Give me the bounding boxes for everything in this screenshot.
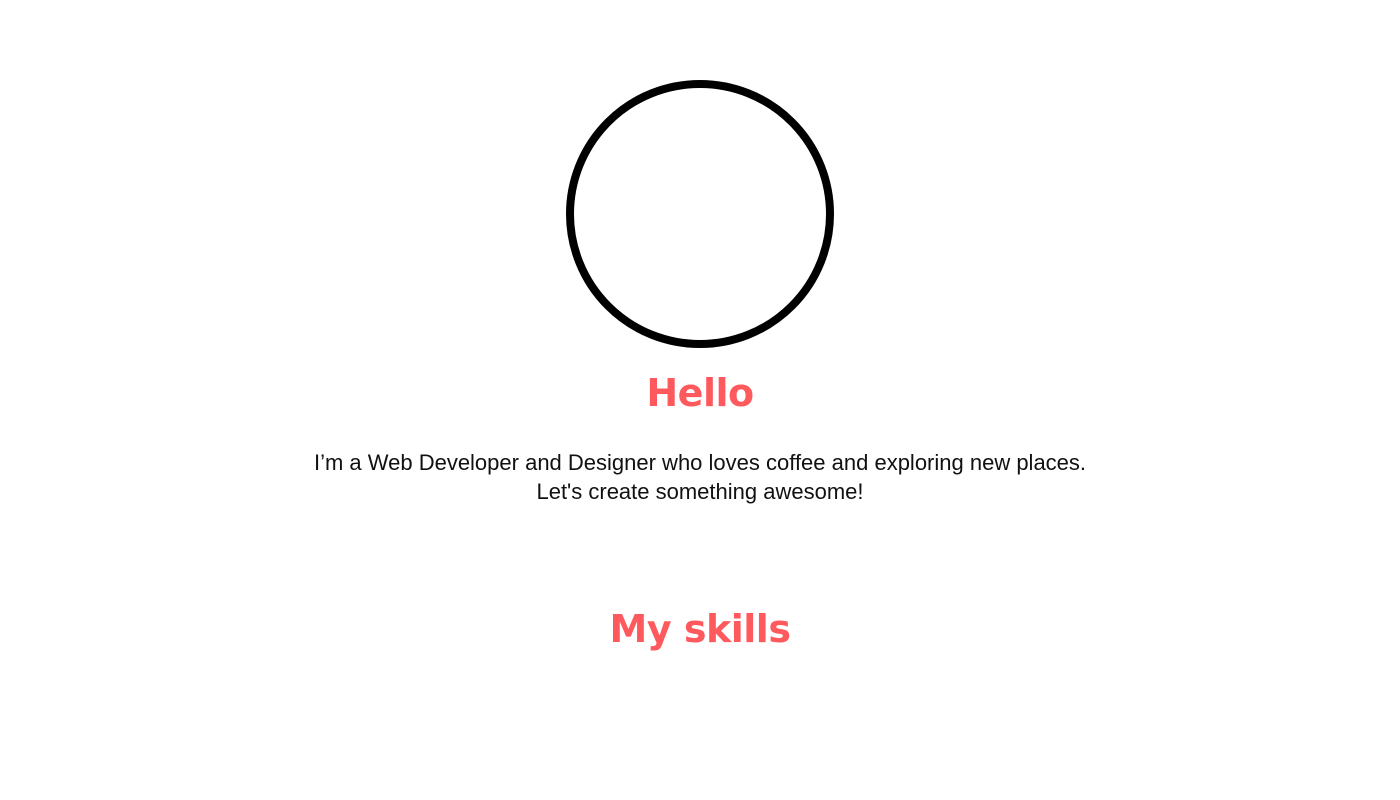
intro-paragraph: I’m a Web Developer and Designer who lov… <box>0 448 1400 506</box>
page: Hello I’m a Web Developer and Designer w… <box>0 0 1400 800</box>
greeting-heading: Hello <box>646 371 754 415</box>
skills-heading: My skills <box>609 607 791 651</box>
avatar <box>566 80 834 348</box>
intro-line-1: I’m a Web Developer and Designer who lov… <box>313 450 1087 475</box>
intro-line-2: Let's create something awesome! <box>536 479 864 504</box>
